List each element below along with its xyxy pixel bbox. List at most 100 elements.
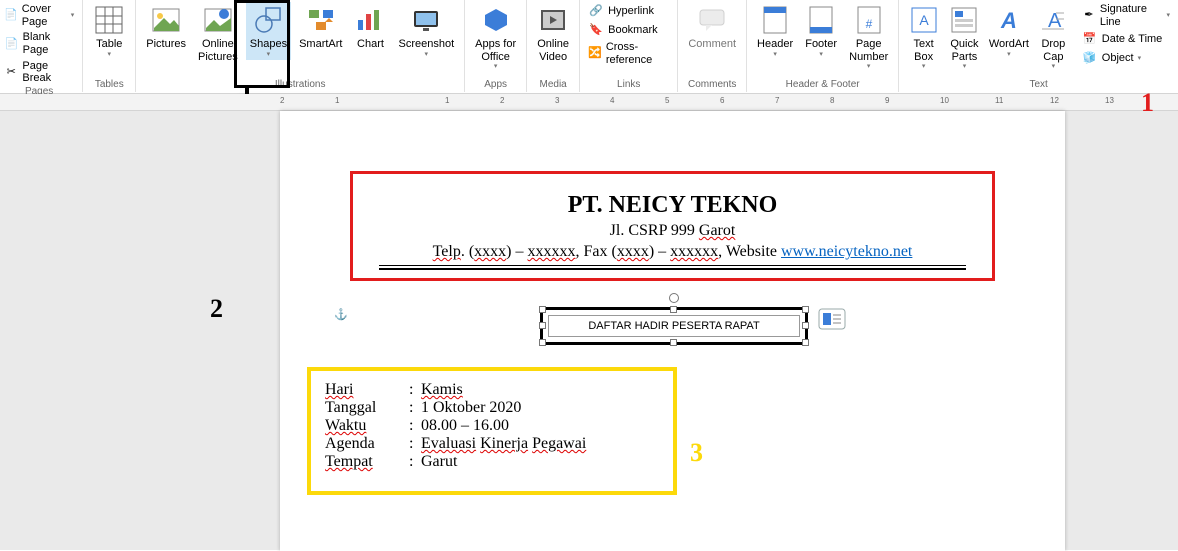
resize-handle[interactable] xyxy=(539,339,546,346)
resize-handle[interactable] xyxy=(802,322,809,329)
text-box-button[interactable]: AText Box▾ xyxy=(905,2,942,72)
group-links: 🔗Hyperlink 🔖Bookmark 🔀Cross-reference Li… xyxy=(580,0,678,92)
shapes-icon xyxy=(252,4,284,36)
online-pictures-button[interactable]: Online Pictures xyxy=(194,2,242,65)
svg-text:A: A xyxy=(919,12,929,28)
cover-page-button[interactable]: 📄Cover Page▾ xyxy=(2,2,76,29)
group-media: Online Video Media xyxy=(527,0,580,92)
quick-parts-label: Quick Parts xyxy=(950,38,978,63)
svg-text:#: # xyxy=(865,17,872,31)
wordart-button[interactable]: AWordArt▾ xyxy=(987,2,1031,60)
title-textbox[interactable]: DAFTAR HADIR PESERTA RAPAT xyxy=(540,307,808,345)
blank-page-button[interactable]: 📄Blank Page xyxy=(2,30,76,57)
comment-button[interactable]: Comment xyxy=(684,2,740,53)
page-break-button[interactable]: ✂Page Break xyxy=(2,59,76,86)
website-link[interactable]: www.neicytekno.net xyxy=(781,243,912,260)
header-label: Header xyxy=(757,38,793,51)
page-icon: 📄 xyxy=(4,8,18,24)
shapes-label: Shapes xyxy=(250,38,287,51)
group-comments: Comment Comments xyxy=(678,0,747,92)
group-text: AText Box▾ Quick Parts▾ AWordArt▾ ADrop … xyxy=(899,0,1178,92)
group-apps-label: Apps xyxy=(471,79,520,92)
video-icon xyxy=(537,4,569,36)
group-header-footer: Header▾ Footer▾ #Page Number▾ Header & F… xyxy=(747,0,899,92)
group-text-label: Text xyxy=(905,79,1172,92)
rotate-handle[interactable] xyxy=(669,293,679,303)
pictures-button[interactable]: Pictures xyxy=(142,2,190,53)
comment-label: Comment xyxy=(688,38,736,51)
page-number-button[interactable]: #Page Number▾ xyxy=(845,2,892,72)
smartart-icon xyxy=(305,4,337,36)
quick-parts-icon xyxy=(948,4,980,36)
drop-cap-button[interactable]: ADrop Cap▾ xyxy=(1035,2,1072,72)
company-contact: Telp. (xxxx) – xxxxxx, Fax (xxxx) – xxxx… xyxy=(379,243,966,261)
bookmark-button[interactable]: 🔖Bookmark xyxy=(586,21,671,39)
footer-button[interactable]: Footer▾ xyxy=(801,2,841,60)
page-break-icon: ✂ xyxy=(4,64,18,80)
table-label: Table xyxy=(96,38,122,51)
horizontal-ruler[interactable]: 2112345678910111213 xyxy=(0,94,1178,111)
header-button[interactable]: Header▾ xyxy=(753,2,797,60)
smartart-button[interactable]: SmartArt xyxy=(295,2,346,53)
anchor-icon: ⚓ xyxy=(334,308,348,321)
pictures-icon xyxy=(150,4,182,36)
resize-handle[interactable] xyxy=(670,339,677,346)
screenshot-label: Screenshot xyxy=(398,38,454,51)
group-illustrations: Pictures Online Pictures Shapes▾ SmartAr… xyxy=(136,0,465,92)
drop-cap-label: Drop Cap xyxy=(1041,38,1065,63)
resize-handle[interactable] xyxy=(670,306,677,313)
smartart-label: SmartArt xyxy=(299,38,342,51)
screenshot-button[interactable]: Screenshot▾ xyxy=(394,2,458,60)
quick-parts-button[interactable]: Quick Parts▾ xyxy=(946,2,983,72)
table-button[interactable]: Table▾ xyxy=(89,2,129,60)
group-comments-label: Comments xyxy=(684,79,740,92)
online-pictures-icon xyxy=(202,4,234,36)
object-button[interactable]: 🧊Object▾ xyxy=(1080,49,1172,67)
hyperlink-button[interactable]: 🔗Hyperlink xyxy=(586,2,671,20)
group-headerfooter-label: Header & Footer xyxy=(753,79,892,92)
group-links-label: Links xyxy=(586,79,671,92)
blank-page-icon: 📄 xyxy=(4,36,19,52)
group-apps: Apps for Office▾ Apps xyxy=(465,0,527,92)
bookmark-icon: 🔖 xyxy=(588,22,604,38)
resize-handle[interactable] xyxy=(539,322,546,329)
title-textbox-text: DAFTAR HADIR PESERTA RAPAT xyxy=(548,315,800,337)
header-divider xyxy=(379,265,966,270)
ribbon: 📄Cover Page▾ 📄Blank Page ✂Page Break Pag… xyxy=(0,0,1178,94)
resize-handle[interactable] xyxy=(539,306,546,313)
cross-reference-button[interactable]: 🔀Cross-reference xyxy=(586,40,671,67)
apps-label: Apps for Office xyxy=(475,38,516,63)
header-icon xyxy=(759,4,791,36)
footer-icon xyxy=(805,4,837,36)
cross-ref-icon: 🔀 xyxy=(588,46,602,62)
page-number-label: Page Number xyxy=(849,38,888,63)
group-media-label: Media xyxy=(533,79,573,92)
apps-for-office-button[interactable]: Apps for Office▾ xyxy=(471,2,520,72)
page-number-icon: # xyxy=(853,4,885,36)
wordart-icon: A xyxy=(993,4,1025,36)
signature-icon: ✒ xyxy=(1082,8,1096,24)
shapes-button[interactable]: Shapes▾ xyxy=(246,2,291,60)
drop-cap-icon: A xyxy=(1037,4,1069,36)
online-video-button[interactable]: Online Video xyxy=(533,2,573,65)
resize-handle[interactable] xyxy=(802,339,809,346)
text-box-label: Text Box xyxy=(914,38,934,63)
cover-page-label: Cover Page xyxy=(22,3,67,28)
callout-3: 3 xyxy=(690,438,703,468)
signature-line-button[interactable]: ✒Signature Line▾ xyxy=(1080,2,1172,29)
group-tables-label: Tables xyxy=(89,79,129,92)
object-label: Object xyxy=(1102,52,1134,65)
chart-icon xyxy=(354,4,386,36)
group-tables: Table▾ Tables xyxy=(83,0,136,92)
chart-button[interactable]: Chart xyxy=(350,2,390,53)
resize-handle[interactable] xyxy=(802,306,809,313)
company-address: Jl. CSRP 999 Garot xyxy=(379,222,966,240)
blank-page-label: Blank Page xyxy=(23,31,75,56)
apps-icon xyxy=(480,4,512,36)
text-box-icon: A xyxy=(908,4,940,36)
svg-text:A: A xyxy=(1000,8,1017,33)
wordart-label: WordArt xyxy=(989,38,1029,51)
layout-options-icon[interactable] xyxy=(818,308,846,333)
date-time-button[interactable]: 📅Date & Time xyxy=(1080,30,1172,48)
hyperlink-label: Hyperlink xyxy=(608,5,654,18)
